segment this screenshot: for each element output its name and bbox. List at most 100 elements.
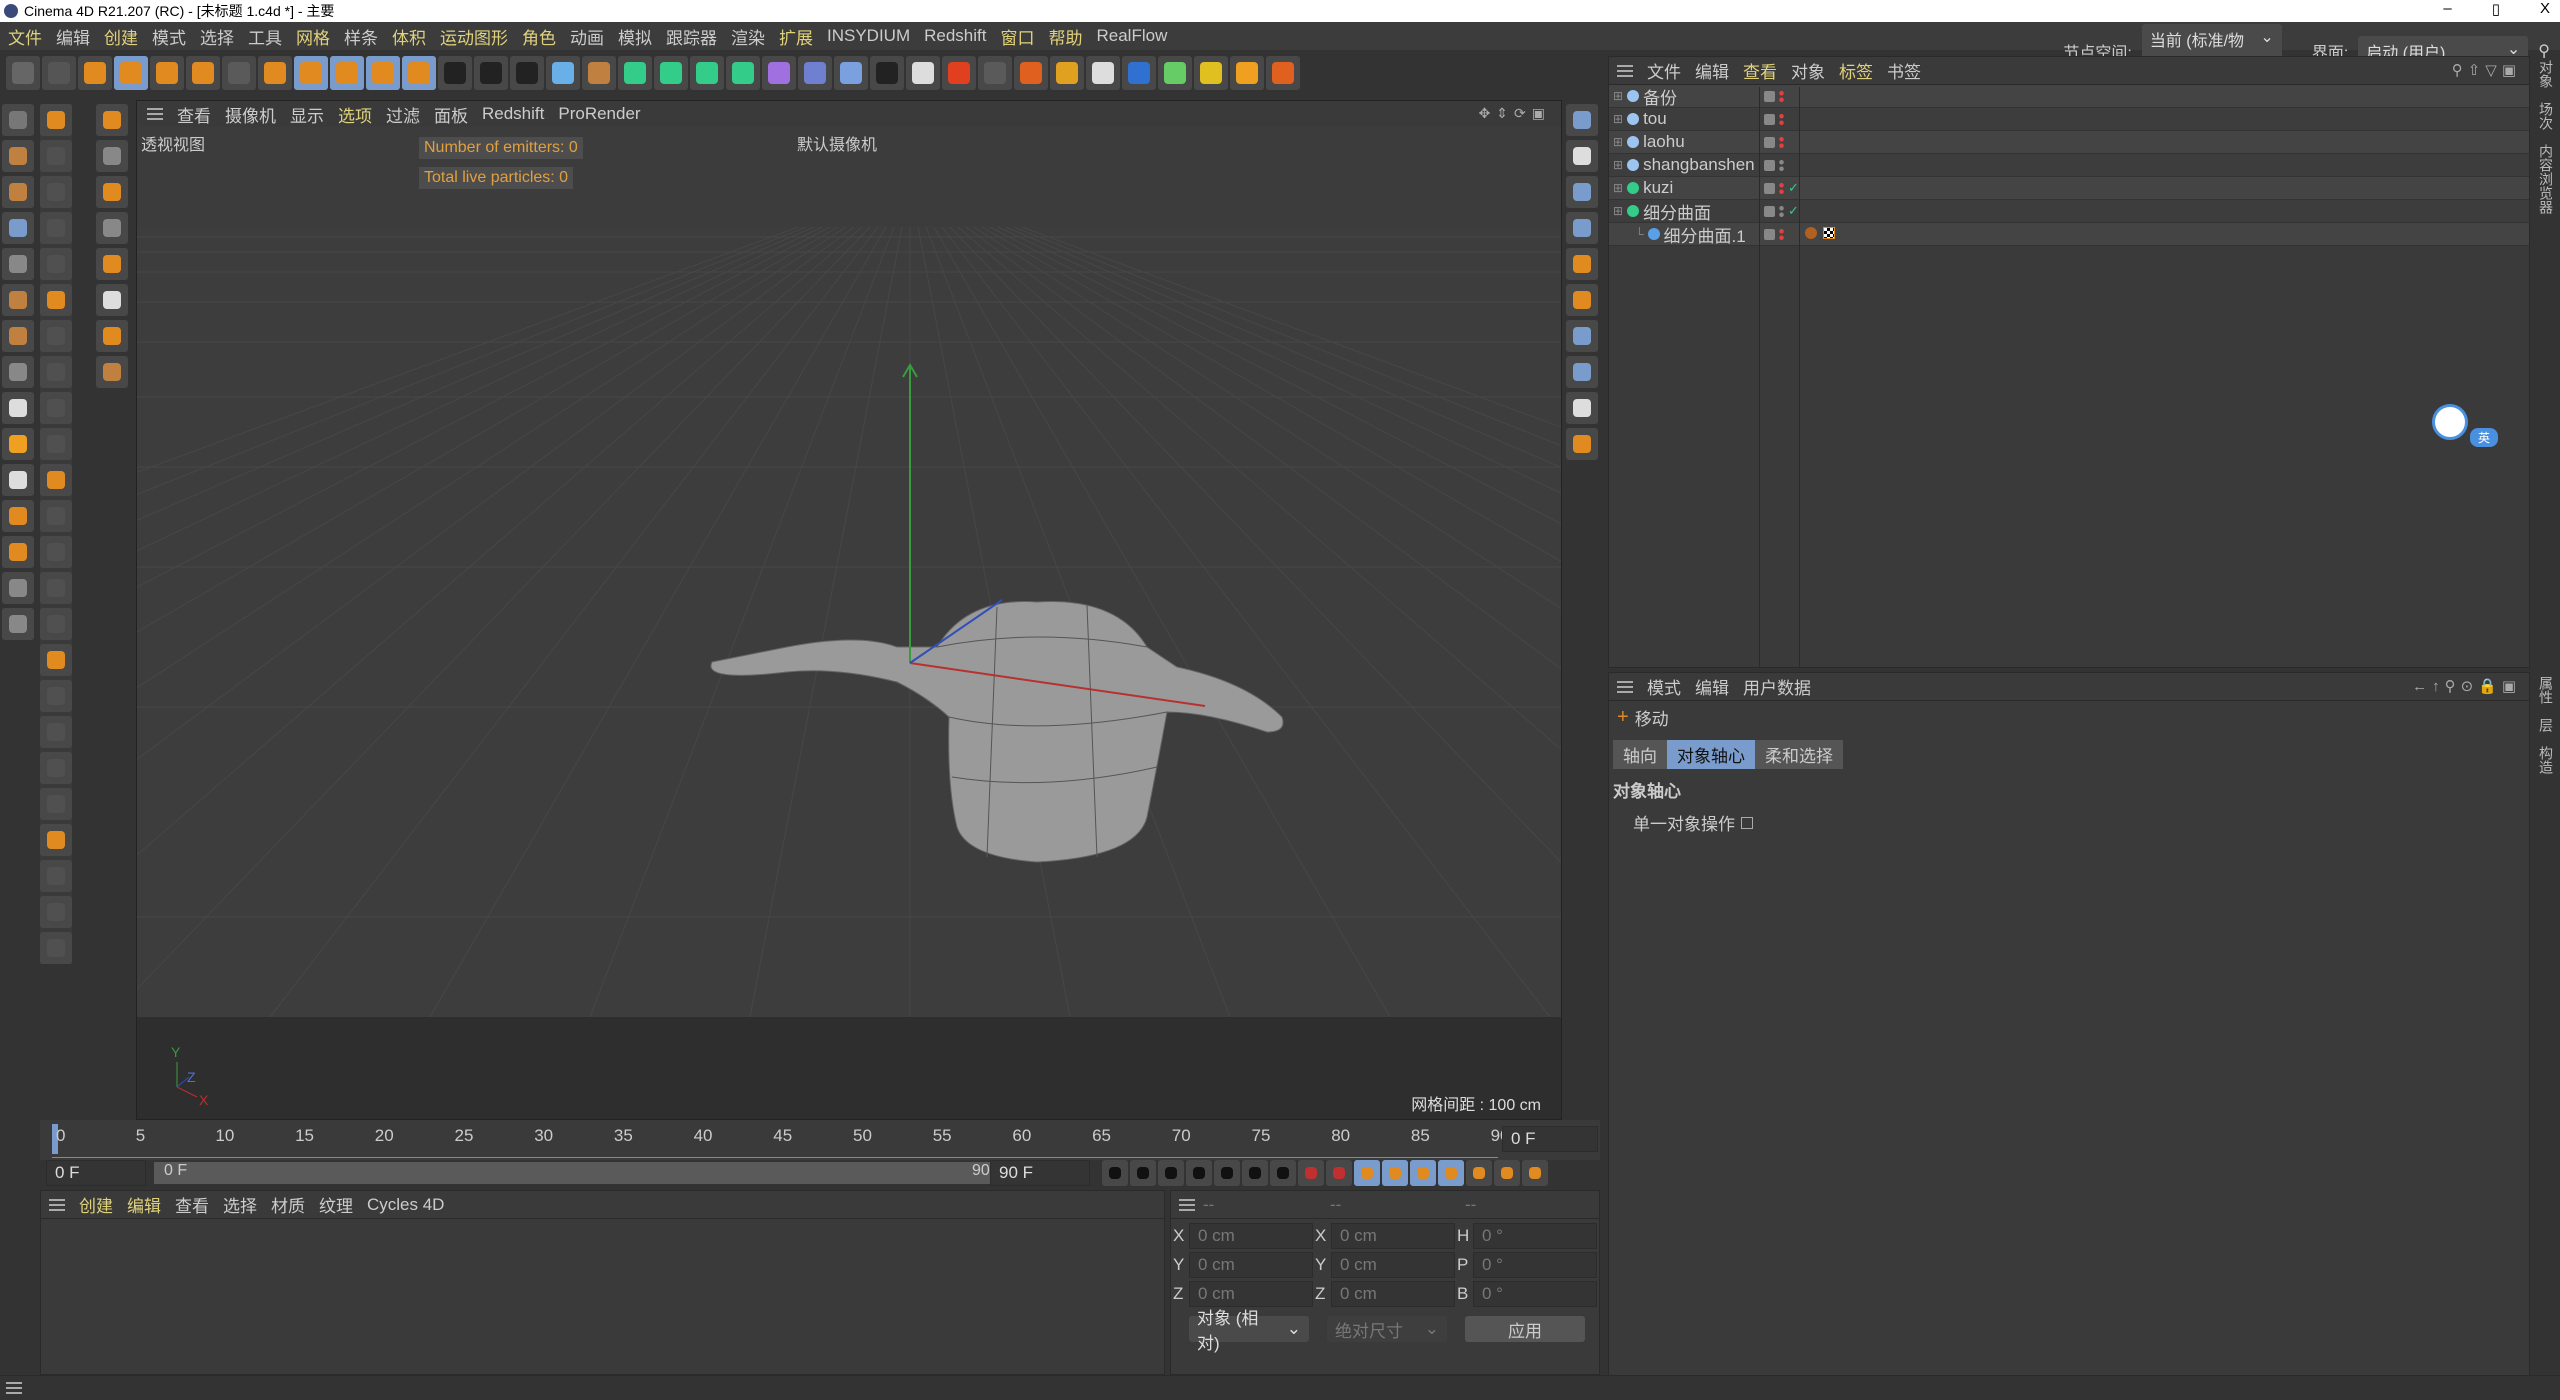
mograph-button[interactable] bbox=[726, 56, 760, 90]
menu-item-19[interactable]: 帮助 bbox=[1049, 24, 1083, 49]
menu-icon[interactable] bbox=[1179, 1198, 1195, 1211]
object-name[interactable]: kuzi bbox=[1643, 178, 1673, 198]
side-tab-side_tabs_bottom-0[interactable]: 属性 bbox=[2536, 676, 2556, 704]
extra-tool-5[interactable] bbox=[96, 284, 128, 316]
plugin-3b-button[interactable] bbox=[1158, 56, 1192, 90]
menu-item-9[interactable]: 运动图形 bbox=[440, 24, 508, 49]
tool-tool-12[interactable] bbox=[40, 536, 72, 568]
viewport-side-tool-0[interactable] bbox=[1566, 104, 1598, 136]
end-frame-field[interactable]: 90 F bbox=[990, 1160, 1090, 1186]
material-menu-item-6[interactable]: Cycles 4D bbox=[367, 1195, 444, 1215]
menu-item-16[interactable]: INSYDIUM bbox=[827, 26, 910, 46]
key-rotation-button[interactable] bbox=[1438, 1160, 1464, 1186]
side-tab-side_tabs_bottom-2[interactable]: 构造 bbox=[2536, 746, 2556, 774]
psr-lock-button[interactable] bbox=[978, 56, 1012, 90]
viewport-menu-item-0[interactable]: 查看 bbox=[177, 102, 211, 127]
object-row[interactable]: ⊞ tou bbox=[1609, 108, 2529, 131]
attribute-tab-0[interactable]: 轴向 bbox=[1613, 740, 1667, 769]
light-button[interactable] bbox=[906, 56, 940, 90]
menu-item-0[interactable]: 文件 bbox=[8, 24, 42, 49]
visibility-dots-icon[interactable] bbox=[1779, 112, 1784, 126]
object-row[interactable]: ⊞ 细分曲面 ✓ bbox=[1609, 200, 2529, 223]
pen-button[interactable] bbox=[582, 56, 616, 90]
next-key-button[interactable] bbox=[1214, 1160, 1240, 1186]
layer-icon[interactable] bbox=[1764, 159, 1775, 171]
live-selection-button[interactable] bbox=[78, 56, 112, 90]
camera-button[interactable] bbox=[870, 56, 904, 90]
ime-language[interactable]: 英 bbox=[2470, 428, 2499, 447]
timeline-button[interactable] bbox=[1522, 1160, 1548, 1186]
layer-icon[interactable] bbox=[1764, 205, 1775, 217]
object-name[interactable]: 备份 bbox=[1643, 84, 1677, 109]
object-name[interactable]: tou bbox=[1643, 109, 1667, 129]
menu-item-7[interactable]: 样条 bbox=[344, 24, 378, 49]
key-pla-button[interactable] bbox=[1494, 1160, 1520, 1186]
world-coordinates-button[interactable] bbox=[402, 56, 436, 90]
visibility-dots-icon[interactable] bbox=[1779, 204, 1784, 218]
keyframe-button[interactable] bbox=[1354, 1160, 1380, 1186]
target-button[interactable] bbox=[1194, 56, 1228, 90]
menu-item-6[interactable]: 网格 bbox=[296, 24, 330, 49]
material-menu-item-1[interactable]: 编辑 bbox=[127, 1192, 161, 1217]
tool-tool-9[interactable] bbox=[40, 428, 72, 460]
prev-key-button[interactable] bbox=[1158, 1160, 1184, 1186]
material-menu-item-5[interactable]: 纹理 bbox=[319, 1192, 353, 1217]
viewport-menu-item-4[interactable]: 过滤 bbox=[386, 102, 420, 127]
mode-tool-9[interactable] bbox=[2, 428, 34, 460]
attribute-menu-item-1[interactable]: 编辑 bbox=[1695, 674, 1729, 699]
tool-tool-16[interactable] bbox=[40, 680, 72, 712]
viewport-menu-item-5[interactable]: 面板 bbox=[434, 102, 468, 127]
extra-tool-1[interactable] bbox=[96, 140, 128, 172]
tool-tool-11[interactable] bbox=[40, 500, 72, 532]
key-param-button[interactable] bbox=[1466, 1160, 1492, 1186]
viewport-panel[interactable]: 查看 摄像机 显示 选项 过滤 面板 Redshift ProRender ✥⇕⟳▣ YXZ … bbox=[136, 100, 1562, 1120]
enabled-check-icon[interactable]: ✓ bbox=[1788, 203, 1799, 219]
size-mode-dropdown[interactable]: 绝对尺寸 ⌄ bbox=[1327, 1316, 1447, 1342]
autokey-button[interactable] bbox=[1326, 1160, 1352, 1186]
mode-tool-0[interactable] bbox=[2, 104, 34, 136]
menu-item-5[interactable]: 工具 bbox=[248, 24, 282, 49]
coordinate-field[interactable]: 0 cm bbox=[1331, 1252, 1455, 1278]
layer-icon[interactable] bbox=[1764, 228, 1775, 240]
tool-tool-17[interactable] bbox=[40, 716, 72, 748]
attribute-tab-2[interactable]: 柔和选择 bbox=[1755, 740, 1843, 769]
viewport-side-tool-9[interactable] bbox=[1566, 428, 1598, 460]
extra-tool-2[interactable] bbox=[96, 176, 128, 208]
menu-item-20[interactable]: RealFlow bbox=[1097, 26, 1168, 46]
mode-tool-3[interactable] bbox=[2, 212, 34, 244]
tool-tool-2[interactable] bbox=[40, 176, 72, 208]
viewport-menu-item-3[interactable]: 选项 bbox=[338, 102, 372, 127]
material-menu-item-3[interactable]: 选择 bbox=[223, 1192, 257, 1217]
render-view-button[interactable] bbox=[438, 56, 472, 90]
scale-button[interactable] bbox=[150, 56, 184, 90]
key-scale-button[interactable] bbox=[1410, 1160, 1436, 1186]
layer-icon[interactable] bbox=[1764, 136, 1775, 148]
object-name[interactable]: 细分曲面 bbox=[1643, 199, 1711, 224]
expand-icon[interactable]: ⊞ bbox=[1613, 112, 1623, 126]
extra-tool-7[interactable] bbox=[96, 356, 128, 388]
mode-tool-6[interactable] bbox=[2, 320, 34, 352]
tool-tool-0[interactable] bbox=[40, 104, 72, 136]
coordinate-field[interactable]: 0 cm bbox=[1331, 1281, 1455, 1307]
side-tab-side_tabs_bottom-1[interactable]: 层 bbox=[2536, 718, 2556, 732]
cloner-button[interactable] bbox=[690, 56, 724, 90]
subdivision-surface-button[interactable] bbox=[618, 56, 652, 90]
side-tab-side_tabs_top-0[interactable]: 对象 bbox=[2536, 60, 2556, 88]
side-tab-side_tabs_top-1[interactable]: 场次 bbox=[2536, 102, 2556, 130]
axis-button[interactable] bbox=[258, 56, 292, 90]
viewport-canvas[interactable]: Y XZ bbox=[137, 127, 1561, 1119]
apply-button[interactable]: 应用 bbox=[1465, 1316, 1585, 1342]
menu-item-4[interactable]: 选择 bbox=[200, 24, 234, 49]
mode-tool-13[interactable] bbox=[2, 572, 34, 604]
mode-tool-11[interactable] bbox=[2, 500, 34, 532]
tool-tool-20[interactable] bbox=[40, 824, 72, 856]
viewport-side-tool-8[interactable] bbox=[1566, 392, 1598, 424]
coordinate-mode-dropdown[interactable]: 对象 (相对) ⌄ bbox=[1189, 1309, 1309, 1353]
object-menu-item-3[interactable]: 对象 bbox=[1791, 58, 1825, 83]
tool-tool-4[interactable] bbox=[40, 248, 72, 280]
viewport-menu-item-2[interactable]: 显示 bbox=[290, 102, 324, 127]
menu-item-17[interactable]: Redshift bbox=[924, 26, 986, 46]
rotate-button[interactable] bbox=[186, 56, 220, 90]
object-row[interactable]: ⊞ 备份 bbox=[1609, 85, 2529, 108]
z-axis-button[interactable] bbox=[366, 56, 400, 90]
